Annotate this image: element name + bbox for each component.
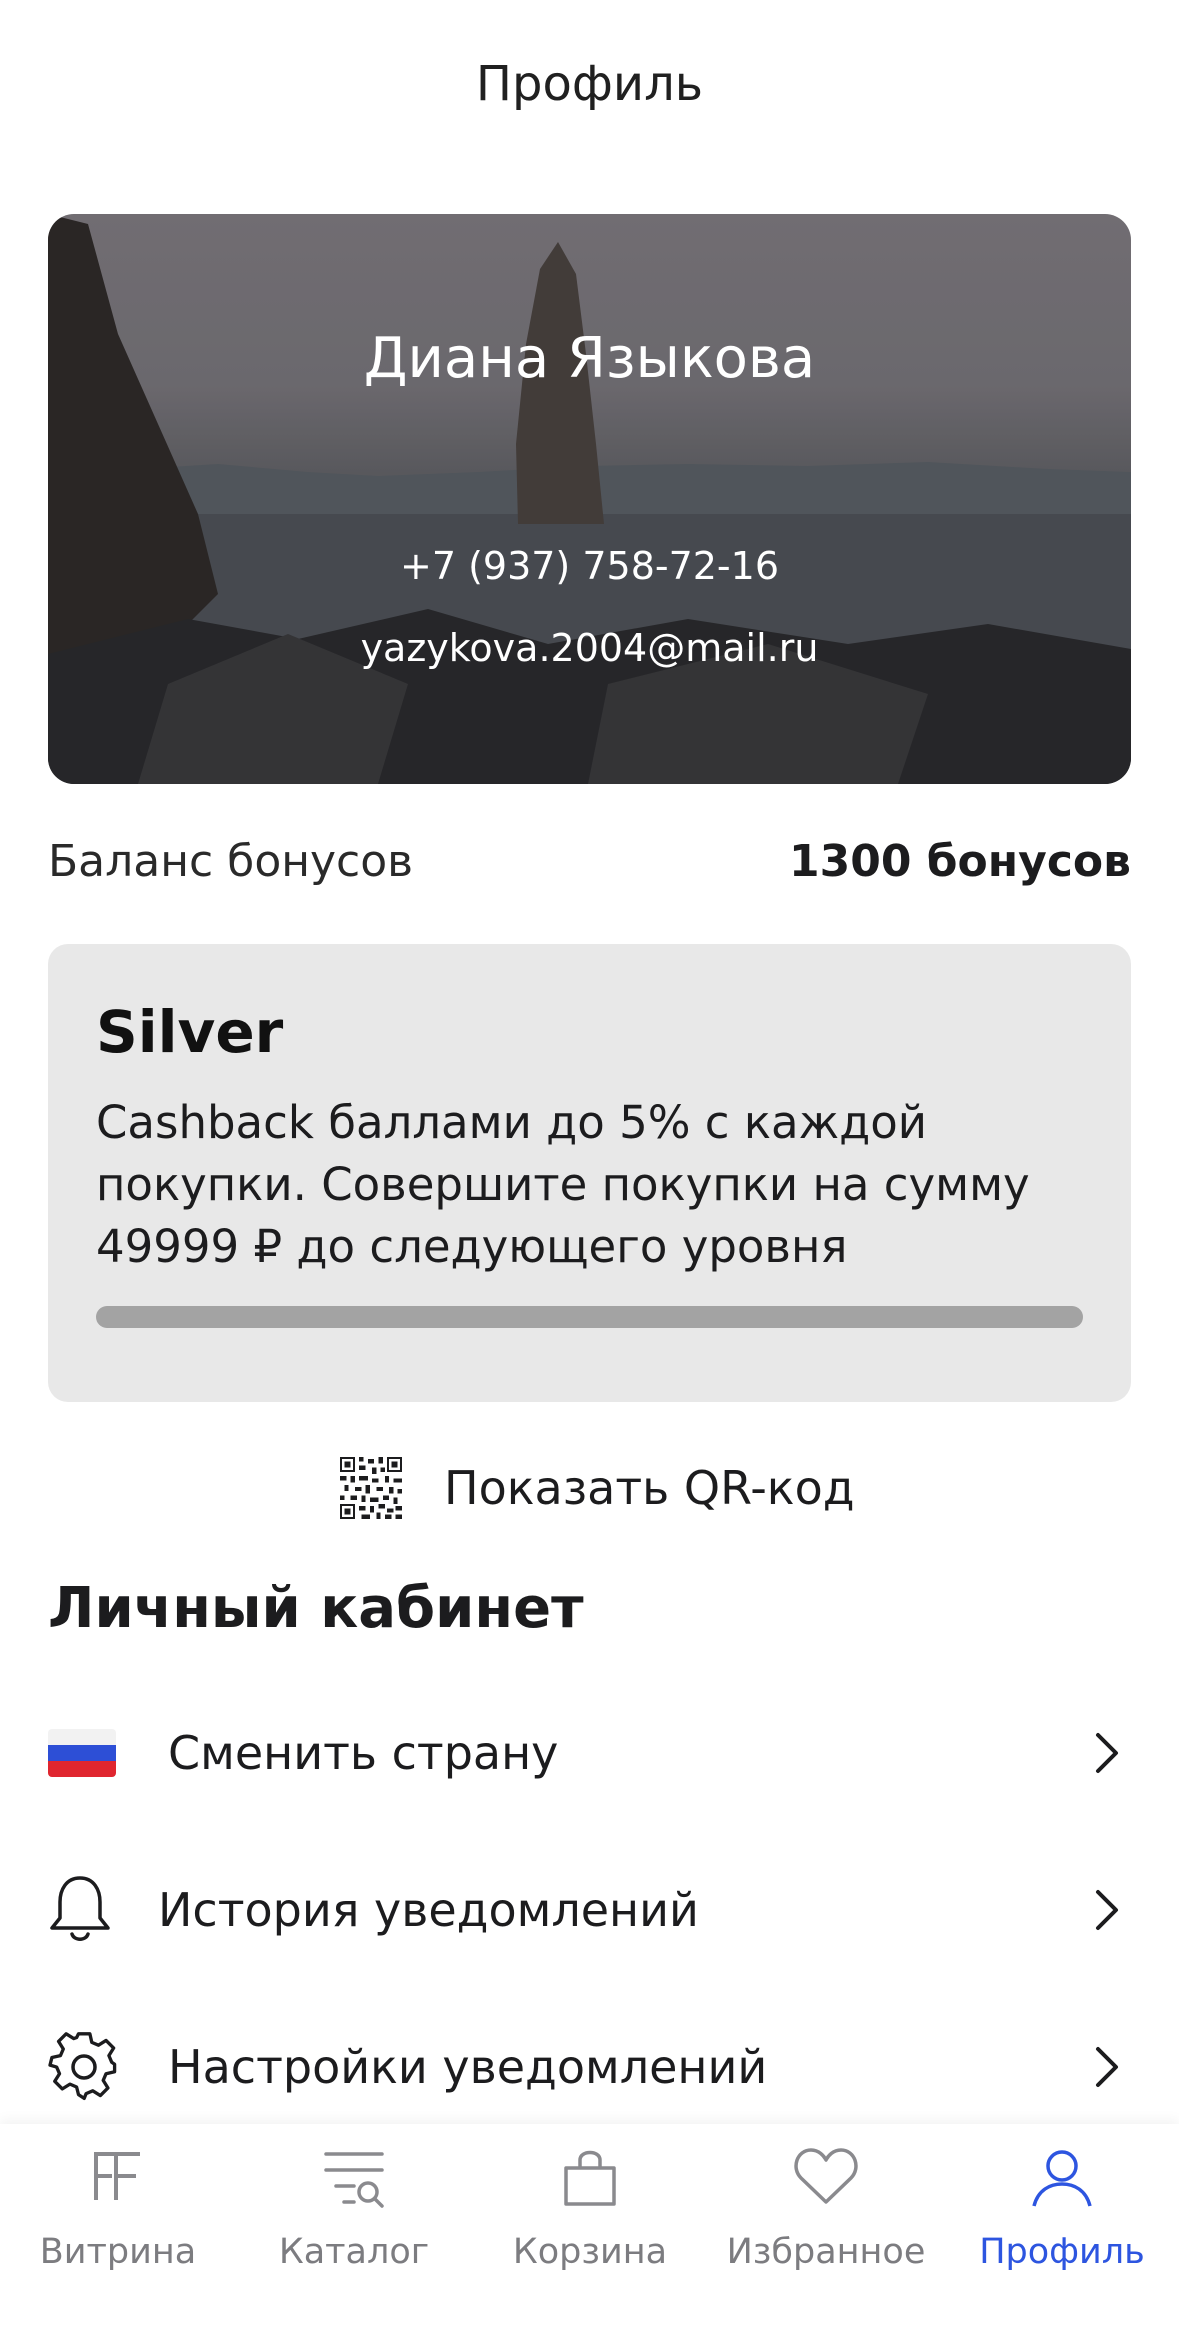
- loyalty-tier-card: Silver Cashback баллами до 5% с каждой п…: [48, 944, 1131, 1402]
- qr-code-icon: [340, 1457, 402, 1519]
- profile-background-image: [48, 214, 1131, 784]
- tab-label: Профиль: [979, 2232, 1145, 2272]
- chevron-right-icon: [1096, 1890, 1118, 1930]
- bonus-balance-row: Баланс бонусов 1300 бонусов: [48, 830, 1131, 900]
- tab-label: Каталог: [278, 2232, 430, 2272]
- tab-catalog[interactable]: Каталог: [236, 2124, 472, 2332]
- heart-icon: [794, 2148, 858, 2204]
- tab-cart[interactable]: Корзина: [472, 2124, 708, 2332]
- profile-email: yazykova.2004@mail.ru: [360, 626, 819, 670]
- menu-item-label: Настройки уведомлений: [168, 2040, 768, 2094]
- menu-item-change-country[interactable]: Сменить страну: [48, 1698, 1131, 1808]
- bag-icon: [564, 2150, 616, 2206]
- gear-icon: [48, 2032, 117, 2101]
- tier-description: Cashback баллами до 5% с каждой покупки.…: [96, 1096, 1030, 1273]
- profile-card: Диана Языкова +7 (937) 758-72-16 yazykov…: [48, 214, 1131, 784]
- menu-item-notification-history[interactable]: История уведомлений: [48, 1855, 1131, 1965]
- tab-profile[interactable]: Профиль: [944, 2124, 1179, 2332]
- chevron-right-icon: [1096, 2047, 1118, 2087]
- show-qr-label: Показать QR-код: [444, 1461, 855, 1515]
- bonus-balance-label: Баланс бонусов: [48, 836, 414, 887]
- tab-storefront[interactable]: Витрина: [0, 2124, 236, 2332]
- tab-favorites[interactable]: Избранное: [708, 2124, 944, 2332]
- account-section-title: Личный кабинет: [48, 1576, 584, 1641]
- menu-item-label: Сменить страну: [168, 1726, 559, 1780]
- tab-label: Корзина: [512, 2232, 668, 2272]
- chevron-right-icon: [1096, 1733, 1118, 1773]
- profile-name: Диана Языкова: [363, 326, 816, 391]
- tab-label: Избранное: [726, 2232, 926, 2272]
- tier-name: Silver: [96, 998, 284, 1066]
- tier-progress-bar: [96, 1306, 1083, 1328]
- bottom-tab-bar: Витрина Каталог Корзина Избранное Профил…: [0, 2124, 1179, 2332]
- catalog-search-icon: [324, 2152, 384, 2208]
- menu-item-label: История уведомлений: [158, 1883, 699, 1937]
- show-qr-button[interactable]: Показать QR-код: [0, 1450, 1179, 1526]
- russia-flag-icon: [48, 1729, 116, 1777]
- profile-phone: +7 (937) 758-72-16: [399, 544, 780, 588]
- bell-icon: [50, 1876, 110, 1941]
- header: Профиль: [0, 0, 1179, 180]
- menu-item-notification-settings[interactable]: Настройки уведомлений: [48, 2012, 1131, 2122]
- bonus-balance-value: 1300 бонусов: [789, 836, 1131, 887]
- page-title: Профиль: [475, 56, 704, 112]
- tab-label: Витрина: [39, 2232, 197, 2272]
- person-icon: [1032, 2150, 1092, 2207]
- storefront-logo-icon: [94, 2152, 140, 2200]
